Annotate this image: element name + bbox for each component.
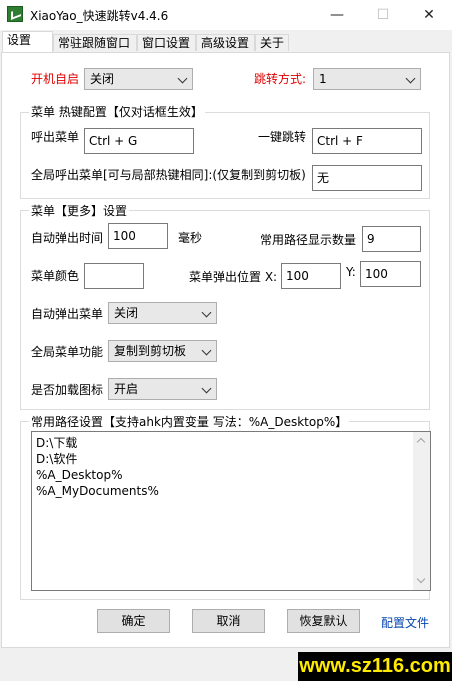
global-menu-label: 全局呼出菜单[可与局部热键相同]:(仅复制到剪切板) [31,168,306,182]
chevron-down-icon [405,73,416,84]
global-function-label: 全局菜单功能 [31,345,104,359]
tab-window-settings[interactable]: 窗口设置 [137,34,196,51]
startup-value: 关闭 [90,72,115,86]
load-icon-select[interactable]: 开启 [108,378,217,400]
minimize-button[interactable]: — [314,0,360,30]
path-line: %A_MyDocuments% [36,484,159,498]
tab-follow-window[interactable]: 常驻跟随窗口 [53,34,137,51]
scroll-up-icon[interactable] [413,432,430,449]
one-key-jump-hotkey-input[interactable]: Ctrl + F [312,128,422,154]
global-function-value: 复制到剪切板 [114,344,187,358]
auto-popup-select[interactable]: 关闭 [108,302,217,324]
path-line: D:\下载 [36,436,78,450]
window-title: XiaoYao_快速跳转v4.4.6 [30,9,169,23]
ok-button[interactable]: 确定 [97,609,170,633]
auto-popup-value: 关闭 [114,306,139,320]
tab-strip: 设置 常驻跟随窗口 窗口设置 高级设置 关于 [0,30,452,52]
minimize-icon: — [330,7,344,23]
close-button[interactable]: ✕ [406,0,452,30]
paths-scrollbar[interactable] [413,432,430,590]
restore-defaults-button[interactable]: 恢复默认 [287,609,360,633]
ms-unit-label: 毫秒 [178,231,203,245]
menu-position-y-input[interactable]: 100 [360,261,421,287]
maximize-icon: ☐ [376,7,390,23]
menu-position-y-label: Y: [346,265,356,279]
startup-label: 开机自启 [31,72,80,86]
paths-group-title: 常用路径设置【支持ahk内置变量 写法：%A_Desktop%】 [29,413,350,430]
auto-popup-time-input[interactable]: 100 [108,223,168,249]
config-file-link[interactable]: 配置文件 [381,614,429,631]
maximize-button[interactable]: ☐ [360,0,406,30]
call-menu-hotkey-input[interactable]: Ctrl + G [84,128,194,154]
app-icon [7,6,23,22]
chevron-down-icon [201,345,212,356]
load-icon-label: 是否加载图标 [31,383,104,397]
path-count-input[interactable]: 9 [362,226,421,252]
one-key-jump-label: 一键跳转 [258,130,307,144]
auto-popup-time-label: 自动弹出时间 [31,231,104,245]
tab-advanced-settings[interactable]: 高级设置 [196,34,255,51]
close-icon: ✕ [423,7,435,23]
global-menu-hotkey-input[interactable]: 无 [312,165,422,191]
path-count-label: 常用路径显示数量 [260,233,357,247]
scroll-down-icon[interactable] [413,573,430,590]
menu-color-input[interactable] [84,263,144,289]
tab-about[interactable]: 关于 [255,34,289,51]
auto-popup-label: 自动弹出菜单 [31,307,104,321]
hotkey-group-title: 菜单 热键配置【仅对话框生效】 [29,103,205,120]
jump-mode-label: 跳转方式: [254,72,307,86]
path-line: %A_Desktop% [36,468,123,482]
chevron-down-icon [177,73,188,84]
startup-select[interactable]: 关闭 [84,68,193,90]
title-bar: XiaoYao_快速跳转v4.4.6 — ☐ ✕ [0,0,452,30]
jump-mode-select[interactable]: 1 [313,68,421,90]
chevron-down-icon [201,383,212,394]
paths-textarea[interactable]: D:\下载 D:\软件 %A_Desktop% %A_MyDocuments% [31,431,431,591]
menu-color-label: 菜单颜色 [31,269,80,283]
load-icon-value: 开启 [114,382,139,396]
path-line: D:\软件 [36,452,78,466]
menu-position-x-input[interactable]: 100 [281,263,341,289]
call-menu-label: 呼出菜单 [31,130,80,144]
jump-mode-value: 1 [319,72,327,86]
cancel-button[interactable]: 取消 [192,609,265,633]
chevron-down-icon [201,307,212,318]
global-function-select[interactable]: 复制到剪切板 [108,340,217,362]
tab-settings[interactable]: 设置 [2,31,53,52]
site-watermark: www.sz116.com [298,652,452,681]
menu-position-label: 菜单弹出位置 X: [189,270,278,284]
more-settings-group-title: 菜单【更多】设置 [29,202,130,219]
